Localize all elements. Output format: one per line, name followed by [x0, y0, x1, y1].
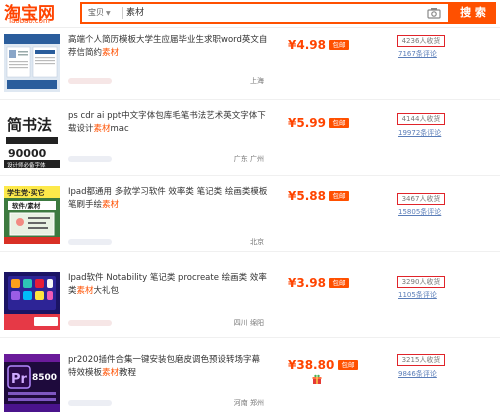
- product-thumbnail[interactable]: [4, 34, 60, 92]
- seller-location: 北京: [250, 238, 264, 246]
- product-title[interactable]: Ipad都通用 多款学习软件 效率类 笔记类 绘画类模板笔刷手绘素材: [68, 186, 268, 212]
- free-shipping-badge: 包邮: [329, 191, 349, 201]
- sales-count: 4144人收货: [397, 113, 445, 125]
- search-button[interactable]: 搜 索: [450, 2, 496, 24]
- result-item[interactable]: 学生党·买它 软件/素材 Ipad都通用 多款学习软件 效率类 笔记类 绘画类模…: [0, 176, 500, 252]
- result-item[interactable]: Pr 8500 pr2020插件合集一键安装包磨皮调色预设转场字幕特效模板素材教…: [0, 338, 500, 413]
- svg-text:简书法: 简书法: [7, 116, 52, 134]
- seller-location: 四川 绵阳: [233, 319, 264, 327]
- review-count-link[interactable]: 1105条评论: [398, 290, 437, 300]
- review-count-link[interactable]: 7167条评论: [398, 49, 437, 59]
- product-price: ¥3.98: [288, 276, 326, 290]
- product-title-text: pr2020插件合集一键安装包磨皮调色预设转场字幕特效模板: [68, 355, 261, 378]
- sales-count: 3467人收货: [397, 193, 445, 205]
- seller-name[interactable]: [68, 320, 112, 326]
- product-title-text: 高端个人简历模板大学生应届毕业生求职word英文自荐信简约: [68, 35, 268, 58]
- result-item[interactable]: 高端个人简历模板大学生应届毕业生求职word英文自荐信简约素材 上海 ¥4.98…: [0, 28, 500, 100]
- product-price: ¥5.99: [288, 116, 326, 130]
- product-title[interactable]: Ipad软件 Notability 笔记类 procreate 绘画类 效率类素…: [68, 272, 268, 298]
- product-title[interactable]: pr2020插件合集一键安装包磨皮调色预设转场字幕特效模板素材教程: [68, 354, 268, 380]
- seller-name[interactable]: [68, 156, 112, 162]
- free-shipping-badge: 包邮: [329, 278, 349, 288]
- gift-icon: [312, 374, 322, 384]
- seller-location: 广东 广州: [233, 155, 264, 163]
- free-shipping-badge: 包邮: [338, 360, 358, 370]
- product-meta: 上海: [68, 76, 264, 86]
- result-item[interactable]: 简书法 90000 设计师必备字体 ps cdr ai ppt中文字体包库毛笔书…: [0, 100, 500, 176]
- svg-text:设计师必备字体: 设计师必备字体: [7, 161, 46, 168]
- product-thumbnail[interactable]: Pr 8500: [4, 354, 60, 412]
- chevron-down-icon: ▼: [106, 10, 111, 17]
- free-shipping-badge: 包邮: [329, 118, 349, 128]
- product-title-text: 大礼包: [93, 286, 120, 296]
- product-meta: 广东 广州: [68, 154, 264, 164]
- product-title-keyword: 素材: [102, 200, 120, 210]
- product-price: ¥5.88: [288, 189, 326, 203]
- sales-count: 3215人收货: [397, 354, 445, 366]
- review-count-link[interactable]: 19972条评论: [398, 128, 441, 138]
- search-scope-label: 宝贝: [88, 8, 104, 17]
- seller-location: 河南 郑州: [233, 399, 264, 407]
- review-count-link[interactable]: 9846条评论: [398, 369, 437, 379]
- product-thumbnail[interactable]: 学生党·买它 软件/素材: [4, 186, 60, 244]
- product-title-text: mac: [110, 124, 129, 134]
- seller-name[interactable]: [68, 78, 112, 84]
- result-item[interactable]: Ipad软件 Notability 笔记类 procreate 绘画类 效率类素…: [0, 252, 500, 338]
- svg-text:学生党·买它: 学生党·买它: [7, 188, 45, 197]
- svg-text:8500: 8500: [32, 373, 57, 383]
- camera-icon[interactable]: [427, 7, 441, 19]
- product-meta: 北京: [68, 237, 264, 247]
- product-thumbnail[interactable]: 简书法 90000 设计师必备字体: [4, 110, 60, 168]
- product-title-keyword: 素材: [102, 368, 120, 378]
- divider: [122, 7, 123, 19]
- free-shipping-badge: 包邮: [329, 40, 349, 50]
- product-price: ¥38.80: [288, 358, 335, 372]
- product-title[interactable]: 高端个人简历模板大学生应届毕业生求职word英文自荐信简约素材: [68, 34, 268, 60]
- svg-text:Pr: Pr: [11, 372, 28, 387]
- svg-text:90000: 90000: [8, 147, 47, 160]
- product-thumbnail[interactable]: [4, 272, 60, 330]
- product-title-keyword: 素材: [93, 124, 111, 134]
- search-input[interactable]: 素材: [126, 6, 144, 20]
- product-title[interactable]: ps cdr ai ppt中文字体包库毛笔书法艺术英文字体下载设计素材mac: [68, 110, 268, 136]
- search-box: 宝贝 ▼ 素材: [80, 2, 450, 24]
- product-meta: 四川 绵阳: [68, 318, 264, 328]
- product-title-text: 教程: [119, 368, 137, 378]
- seller-name[interactable]: [68, 239, 112, 245]
- product-price: ¥4.98: [288, 38, 326, 52]
- sales-count: 3290人收货: [397, 276, 445, 288]
- search-scope-select[interactable]: 宝贝 ▼: [84, 6, 118, 20]
- review-count-link[interactable]: 15805条评论: [398, 207, 441, 217]
- sales-count: 4236人收货: [397, 35, 445, 47]
- seller-location: 上海: [250, 77, 264, 85]
- product-title-keyword: 素材: [102, 48, 120, 58]
- svg-text:软件/素材: 软件/素材: [12, 201, 41, 210]
- product-title-keyword: 素材: [76, 286, 94, 296]
- logo-subtext: Taobao.com: [8, 17, 50, 25]
- seller-name[interactable]: [68, 400, 112, 406]
- product-meta: 河南 郑州: [68, 398, 264, 408]
- taobao-logo[interactable]: 淘宝网 Taobao.com: [4, 0, 60, 28]
- search-header: 淘宝网 Taobao.com 宝贝 ▼ 素材 搜 索: [0, 0, 500, 28]
- product-title-text: Ipad都通用 多款学习软件 效率类 笔记类 绘画类模板笔刷手绘: [68, 187, 268, 210]
